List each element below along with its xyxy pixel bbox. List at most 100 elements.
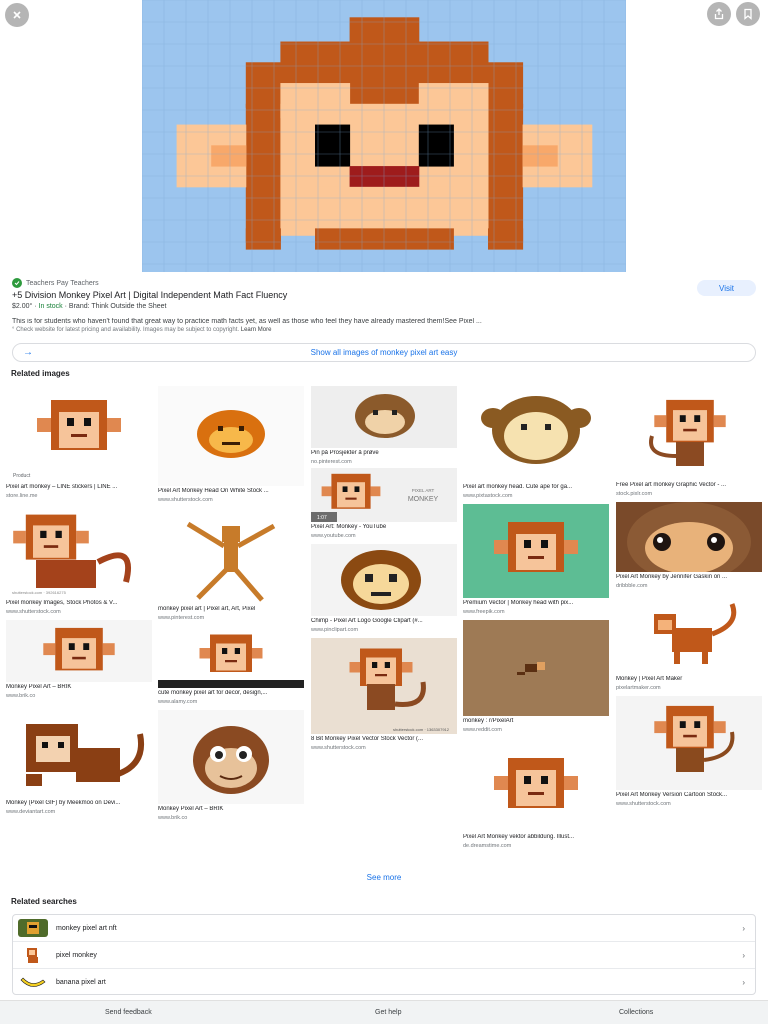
image-caption: Pixel Art Monkey Version Cartoon Stock..… xyxy=(616,792,728,798)
related-image-card[interactable]: cute monkey pixel art for decor, design,… xyxy=(158,626,304,707)
image-domain: www.shutterstock.com xyxy=(6,609,61,615)
related-image-card[interactable]: Pixel Art Monkey by Jennifer Gaskin on .… xyxy=(616,502,762,591)
related-image-thumb xyxy=(463,620,609,716)
image-domain: dribbble.com xyxy=(616,583,648,589)
price: $2.00° xyxy=(12,303,33,310)
image-caption: Pixel art monkey – LINE stickers | LINE … xyxy=(6,484,118,490)
source-row[interactable]: Teachers Pay Teachers xyxy=(12,278,99,288)
image-caption: Monkey Pixel Art – BRIK xyxy=(158,806,224,812)
related-search-item[interactable]: pixel monkey › xyxy=(13,942,755,969)
related-image-card[interactable]: Free Pixel art monkey Graphic Vector - .… xyxy=(616,386,762,499)
related-image-card[interactable]: Premium Vector | Monkey head with pix...… xyxy=(463,504,609,617)
monkey-pixel-art-image[interactable] xyxy=(142,0,626,272)
related-image-thumb xyxy=(463,386,609,482)
related-searches-heading: Related searches xyxy=(11,897,77,906)
monkey-closeup-image xyxy=(627,502,751,572)
related-search-thumb xyxy=(18,919,48,937)
chevron-right-icon: › xyxy=(742,978,745,987)
related-image-card[interactable]: Monkey | Pixel Art Maker pixelartmaker.c… xyxy=(616,594,762,693)
image-domain: www.freepik.com xyxy=(463,609,505,615)
learn-more-link[interactable]: Learn More xyxy=(241,327,272,333)
related-image-card[interactable]: Monkey (Pixel GIF) by Meekmoo on Devi...… xyxy=(6,704,152,817)
bookmark-button[interactable] xyxy=(736,2,760,26)
related-search-label: pixel monkey xyxy=(56,951,97,959)
related-image-card[interactable]: shutterstock.com · 392616275 Pixel monke… xyxy=(6,502,152,617)
chevron-right-icon: › xyxy=(742,950,745,960)
hanging-monkey-image xyxy=(186,521,276,602)
related-search-label: monkey pixel art nft xyxy=(56,924,117,932)
share-icon xyxy=(714,8,724,20)
related-image-thumb xyxy=(158,508,304,604)
related-image-card[interactable]: Monkey Pixel Art – BRIK www.brik.co xyxy=(158,710,304,823)
related-image-card[interactable]: Product Pixel art monkey – LINE stickers… xyxy=(6,386,152,501)
related-image-thumb xyxy=(6,620,152,682)
image-domain: www.pinterest.com xyxy=(158,615,205,621)
monkey-head-image xyxy=(197,410,265,458)
image-caption: Pixel art monkey head. Cute ape for ga..… xyxy=(463,484,573,490)
image-caption: Monkey | Pixel Art Maker xyxy=(616,676,683,682)
related-image-card[interactable]: shutterstock.com · 1363307912 8 Bit Monk… xyxy=(311,638,457,753)
get-help-link[interactable]: Get help xyxy=(375,1009,401,1016)
image-domain: pixelartmaker.com xyxy=(616,685,661,691)
sitting-monkey-image: shutterstock.com · 392616275 xyxy=(12,514,132,595)
related-image-thumb: Product xyxy=(6,386,152,482)
result-meta: $2.00° · In stock · Brand: Think Outside… xyxy=(12,303,166,310)
video-duration: 1:07 xyxy=(317,515,327,521)
image-caption: Pixel Art: Monkey - YouTube xyxy=(311,524,387,530)
related-image-card[interactable]: monkey : r/PixelArt www.reddit.com xyxy=(463,620,609,735)
related-image-thumb xyxy=(158,626,304,688)
result-description: This is for students who haven't found t… xyxy=(12,318,482,325)
related-image-thumb xyxy=(311,544,457,616)
image-caption: Pixel monkey Images, Stock Photos & V... xyxy=(6,600,118,606)
walking-monkey-image xyxy=(654,603,737,664)
related-image-card[interactable]: Pixel art monkey head. Cute ape for ga..… xyxy=(463,386,609,501)
close-button[interactable] xyxy=(5,3,29,27)
image-domain: www.youtube.com xyxy=(311,533,356,539)
image-domain: de.dreamstime.com xyxy=(463,843,512,849)
related-image-card[interactable]: Pin på Prosjekter å prøve no.pinterest.c… xyxy=(311,386,457,467)
sitting-monkey-image xyxy=(649,399,726,466)
image-domain: www.deviantart.com xyxy=(6,809,56,815)
image-domain: www.pinclipart.com xyxy=(311,627,359,633)
related-image-thumb: shutterstock.com · 1363307912 xyxy=(311,638,457,734)
monkey-head-image xyxy=(481,396,591,464)
image-domain: www.shutterstock.com xyxy=(311,745,366,751)
send-feedback-link[interactable]: Send feedback xyxy=(105,1009,152,1016)
share-button[interactable] xyxy=(707,2,731,26)
image-domain: stock.pixlr.com xyxy=(616,491,653,497)
image-domain: www.reddit.com xyxy=(463,727,502,733)
image-domain: no.pinterest.com xyxy=(311,459,352,465)
related-image-card[interactable]: Pixel Art Monkey Version Cartoon Stock..… xyxy=(616,696,762,809)
cute-monkey-image xyxy=(158,634,304,688)
image-caption: Monkey Pixel Art – BRIK xyxy=(6,684,72,690)
related-image-card[interactable]: Monkey Pixel Art – BRIK www.brik.co xyxy=(6,620,152,701)
related-image-card[interactable]: PIXEL ART MONKEY 1:07 Pixel Art: Monkey … xyxy=(311,468,457,541)
tiny-monkey-image xyxy=(517,662,545,675)
related-image-card[interactable]: monkey pixel art | Pixel art, Art, Pixel… xyxy=(158,508,304,623)
related-images-column: Pixel Art Monkey Head On White Stock ...… xyxy=(158,386,304,823)
monkey-face-image xyxy=(43,627,115,671)
related-images-column: Product Pixel art monkey – LINE stickers… xyxy=(6,386,152,817)
show-all-images-button[interactable]: → Show all images of monkey pixel art ea… xyxy=(12,343,756,362)
image-domain: store.line.me xyxy=(6,493,38,499)
related-image-thumb xyxy=(616,696,762,790)
related-image-card[interactable]: Pixel Art Monkey vektor abbildung. Illus… xyxy=(463,738,609,851)
related-search-item[interactable]: banana pixel art › xyxy=(13,969,755,996)
related-image-thumb xyxy=(616,594,762,674)
see-more-link[interactable]: See more xyxy=(0,873,768,882)
disclaimer-text: ° Check website for latest pricing and a… xyxy=(12,327,240,333)
related-image-thumb xyxy=(616,502,762,572)
related-search-label: banana pixel art xyxy=(56,979,106,986)
related-image-thumb xyxy=(463,738,609,832)
related-image-thumb xyxy=(158,386,304,486)
related-image-card[interactable]: Chimp - Pixel Art Logo Google Clipart (#… xyxy=(311,544,457,635)
image-domain: www.alamy.com xyxy=(158,699,198,705)
result-title[interactable]: +5 Division Monkey Pixel Art | Digital I… xyxy=(12,290,287,300)
related-search-item[interactable]: monkey pixel art nft › xyxy=(13,915,755,942)
footer-bar: Send feedback Get help Collections xyxy=(0,1000,768,1024)
collections-link[interactable]: Collections xyxy=(619,1009,653,1016)
monkey-grid-image xyxy=(355,394,415,438)
related-image-thumb xyxy=(6,704,152,798)
related-image-card[interactable]: Pixel Art Monkey Head On White Stock ...… xyxy=(158,386,304,505)
visit-button[interactable]: Visit xyxy=(697,280,756,296)
